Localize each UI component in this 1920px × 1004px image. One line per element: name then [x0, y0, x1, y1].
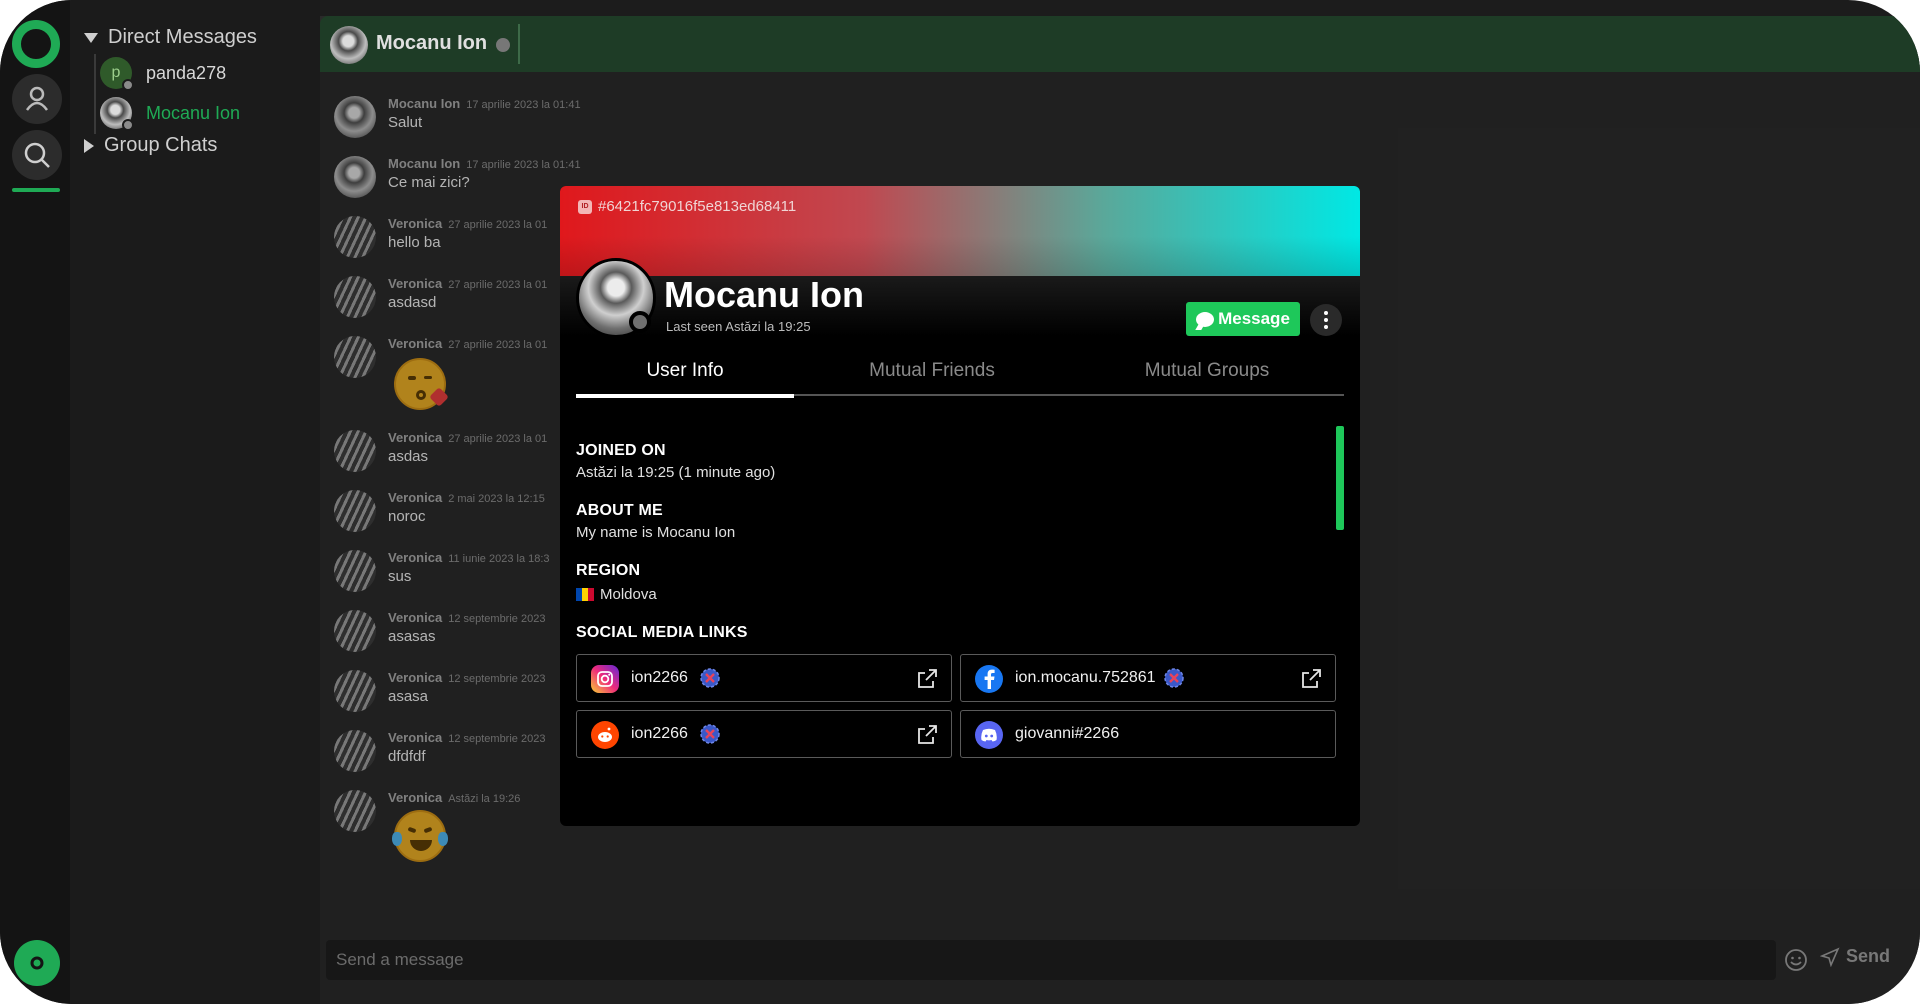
dm-name: panda278: [146, 62, 227, 83]
region-label: REGION: [576, 562, 641, 579]
external-link-icon[interactable]: [1299, 667, 1323, 691]
about-me-label: ABOUT ME: [576, 502, 663, 519]
direct-messages-header[interactable]: Direct Messages: [84, 26, 257, 49]
reddit-icon: [591, 721, 619, 749]
social-handle: giovanni#2266: [1015, 725, 1120, 742]
icon-rail: [0, 0, 70, 1004]
message-button-label: Message: [1218, 309, 1290, 328]
social-link-facebook[interactable]: ion.mocanu.752861: [960, 654, 1336, 702]
profile-tabs: User Info Mutual Friends Mutual Groups: [576, 346, 1344, 398]
active-indicator: [12, 188, 60, 192]
tree-line: [94, 54, 96, 134]
friends-icon: [25, 86, 49, 111]
message-button[interactable]: Message: [1186, 302, 1300, 336]
tab-mutual-groups[interactable]: Mutual Groups: [1070, 346, 1344, 396]
external-link-icon[interactable]: [915, 723, 939, 747]
not-verified-icon: [1164, 668, 1184, 688]
search-icon: [24, 142, 50, 168]
social-link-reddit[interactable]: ion2266: [576, 710, 952, 758]
chevron-down-icon: [84, 32, 98, 43]
joined-on-value: Astăzi la 19:25 (1 minute ago): [576, 464, 776, 481]
status-dot: [496, 38, 510, 52]
channel-sidebar: Direct Messages p panda278 Mocanu Ion Gr…: [70, 0, 320, 1004]
discord-icon: [975, 721, 1003, 749]
group-chats-label: Group Chats: [104, 134, 218, 156]
more-options-button[interactable]: [1310, 304, 1342, 336]
id-icon: ID: [578, 199, 592, 214]
tab-user-info[interactable]: User Info: [576, 346, 794, 396]
dm-name: Mocanu Ion: [146, 102, 241, 123]
tab-mutual-friends[interactable]: Mutual Friends: [794, 346, 1070, 396]
social-handle: ion2266: [631, 669, 688, 686]
social-links-label: SOCIAL MEDIA LINKS: [576, 624, 748, 641]
last-seen: Last seen Astăzi la 19:25: [666, 319, 811, 334]
divider: [518, 24, 520, 64]
user-id-text: #6421fc79016f5e813ed68411: [598, 198, 797, 215]
status-dot: [122, 119, 134, 131]
about-me-value: My name is Mocanu Ion: [576, 524, 736, 541]
social-link-instagram[interactable]: ion2266: [576, 654, 952, 702]
instagram-icon: [591, 665, 619, 693]
chat-title[interactable]: Mocanu Ion: [376, 32, 487, 55]
social-handle: ion2266: [631, 725, 688, 742]
profile-avatar: [576, 258, 656, 338]
app-logo-icon[interactable]: [12, 20, 60, 68]
not-verified-icon: [700, 668, 720, 688]
avatar: p: [100, 57, 134, 91]
avatar: [100, 97, 134, 131]
search-button[interactable]: [12, 130, 62, 180]
gear-icon: [30, 956, 44, 970]
social-handle: ion.mocanu.752861: [1015, 669, 1156, 686]
status-dot: [629, 311, 651, 333]
dm-item-mocanu-ion[interactable]: Mocanu Ion: [100, 96, 241, 131]
status-dot: [122, 79, 134, 91]
app-window: Direct Messages p panda278 Mocanu Ion Gr…: [0, 0, 1920, 1004]
region-text: Moldova: [600, 586, 657, 603]
user-id[interactable]: ID #6421fc79016f5e813ed68411: [578, 198, 796, 215]
friends-button[interactable]: [12, 74, 62, 124]
not-verified-icon: [700, 724, 720, 744]
social-link-discord[interactable]: giovanni#2266: [960, 710, 1336, 758]
settings-button[interactable]: [14, 940, 60, 986]
moldova-flag-icon: [576, 588, 594, 601]
chat-header: Mocanu Ion: [320, 16, 1920, 72]
chat-bubble-icon: [1196, 311, 1215, 327]
dm-item-panda278[interactable]: p panda278: [100, 56, 227, 91]
active-tab-indicator: [576, 394, 794, 398]
direct-messages-label: Direct Messages: [108, 26, 257, 48]
avatar[interactable]: [330, 26, 368, 64]
facebook-icon: [975, 665, 1003, 693]
group-chats-header[interactable]: Group Chats: [84, 134, 217, 157]
scrollbar[interactable]: [1336, 426, 1344, 530]
region-value: Moldova: [576, 586, 657, 603]
external-link-icon[interactable]: [915, 667, 939, 691]
profile-modal: ID #6421fc79016f5e813ed68411 Mocanu Ion …: [560, 186, 1360, 826]
profile-name: Mocanu Ion: [664, 274, 864, 315]
joined-on-label: JOINED ON: [576, 442, 666, 459]
chevron-right-icon: [84, 138, 94, 153]
